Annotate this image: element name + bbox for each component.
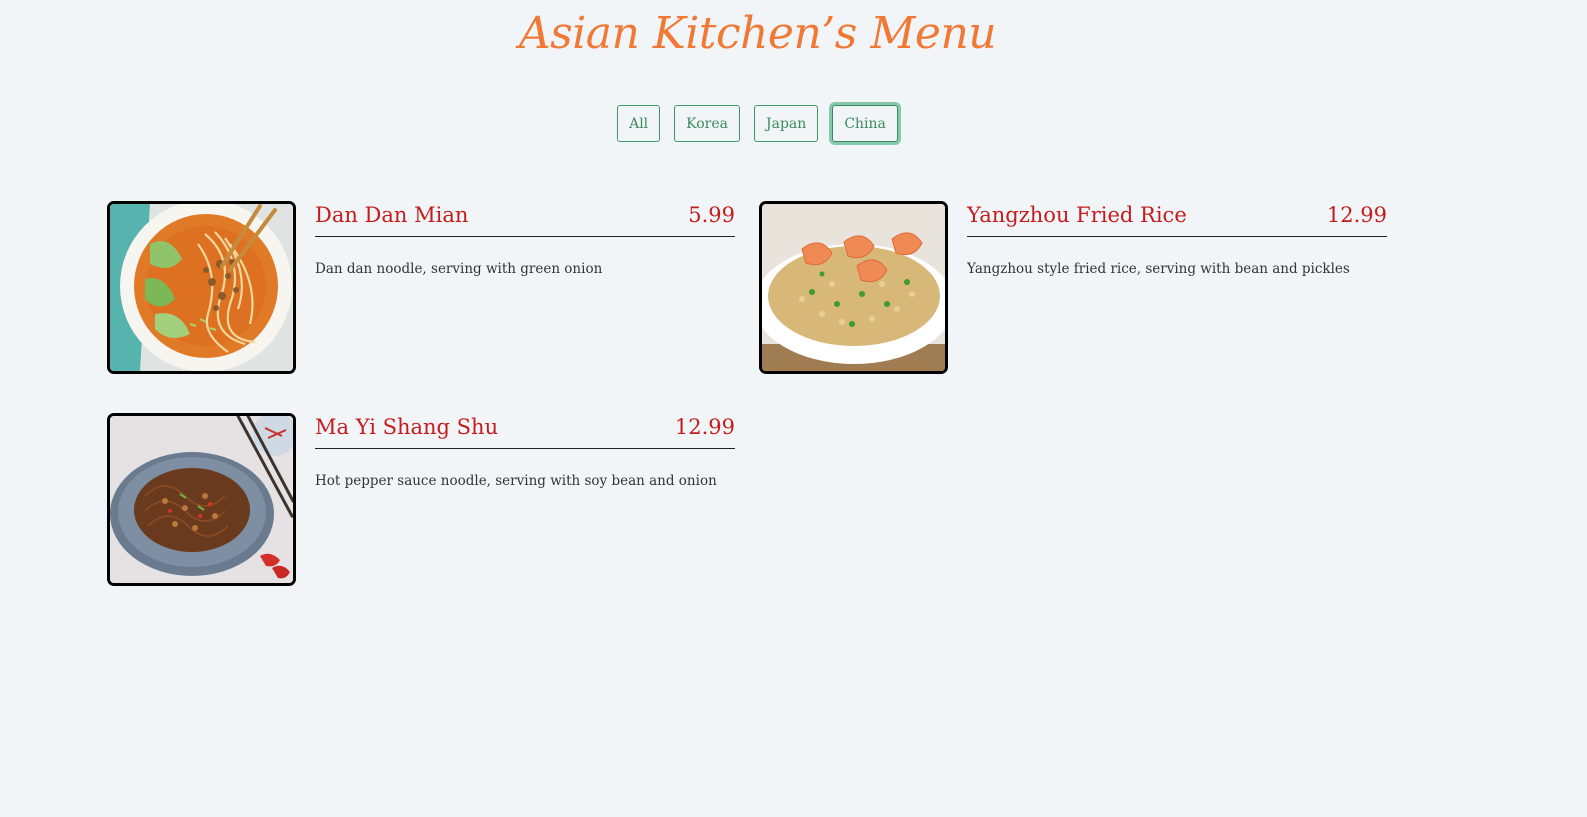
menu-item: Ma Yi Shang Shu 12.99 Hot pepper sauce n… [107, 413, 735, 587]
menu-item: Dan Dan Mian 5.99 Dan dan noodle, servin… [107, 201, 735, 375]
noodle-bowl-photo [107, 201, 296, 374]
item-price: 12.99 [674, 415, 735, 439]
filter-button-japan[interactable]: Japan [754, 105, 819, 142]
item-header: Dan Dan Mian 5.99 [315, 201, 735, 237]
item-price: 5.99 [688, 203, 735, 227]
glass-noodle-photo [107, 413, 296, 586]
item-name: Ma Yi Shang Shu [315, 415, 499, 439]
item-description: Yangzhou style fried rice, serving with … [967, 261, 1350, 277]
category-filter-bar: All Korea Japan China [0, 105, 1515, 142]
item-description: Dan dan noodle, serving with green onion [315, 261, 603, 277]
item-description: Hot pepper sauce noodle, serving with so… [315, 473, 717, 489]
filter-button-korea[interactable]: Korea [674, 105, 741, 142]
item-name: Yangzhou Fried Rice [967, 203, 1187, 227]
filter-button-all[interactable]: All [617, 105, 661, 142]
page-title: Asian Kitchen’s Menu [518, 8, 997, 59]
item-header: Ma Yi Shang Shu 12.99 [315, 413, 735, 449]
item-name: Dan Dan Mian [315, 203, 469, 227]
filter-button-china[interactable]: China [832, 105, 898, 142]
item-price: 12.99 [1326, 203, 1387, 227]
fried-rice-photo [759, 201, 948, 374]
item-header: Yangzhou Fried Rice 12.99 [967, 201, 1387, 237]
menu-item: Yangzhou Fried Rice 12.99 Yangzhou style… [759, 201, 1387, 375]
